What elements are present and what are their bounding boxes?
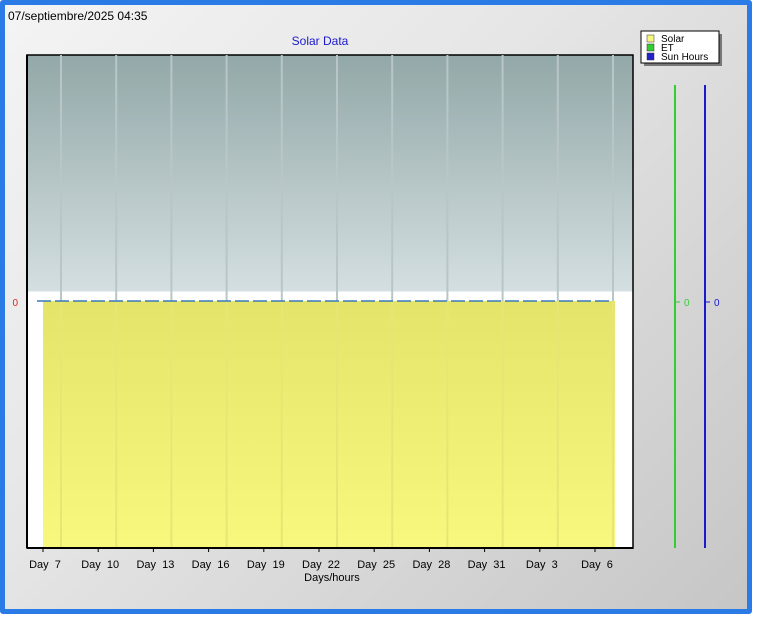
x-tick-label: Day 31	[468, 559, 506, 571]
x-tick-label: Day 16	[192, 559, 230, 571]
x-tick-label: Day 13	[136, 559, 174, 571]
x-tick-label: Day 7	[29, 559, 61, 571]
legend: SolarETSun Hours	[640, 30, 722, 66]
solar-area	[43, 301, 615, 548]
x-tick-label: Day 22	[302, 559, 340, 571]
sun-hours-axis-tick: 0	[714, 298, 720, 309]
legend-swatch	[646, 52, 655, 61]
x-tick-label: Day 3	[526, 559, 558, 571]
chart-title: Solar Data	[292, 34, 349, 48]
chart-canvas: Solar Data 0 Day 7 Day 10 Day 13 Day 16 Day …	[12, 30, 722, 584]
legend-swatch	[646, 43, 655, 52]
x-axis-ticks: Day 7 Day 10 Day 13 Day 16 Day 19 Day 22 Day 2…	[29, 548, 613, 571]
x-tick-label: Day 10	[81, 559, 119, 571]
solar-axis-tick: 0	[12, 298, 18, 309]
et-axis-tick: 0	[684, 298, 690, 309]
x-tick-label: Day 28	[412, 559, 450, 571]
x-tick-label: Day 6	[581, 559, 613, 571]
legend-label: Sun Hours	[661, 52, 708, 63]
chart-window: 07/septiembre/2025 04:35 Solar Data 0 Da…	[0, 0, 752, 614]
x-axis-label: Days/hours	[304, 572, 360, 584]
x-tick-label: Day 19	[247, 559, 285, 571]
x-tick-label: Day 25	[357, 559, 395, 571]
legend-swatch	[646, 34, 655, 43]
